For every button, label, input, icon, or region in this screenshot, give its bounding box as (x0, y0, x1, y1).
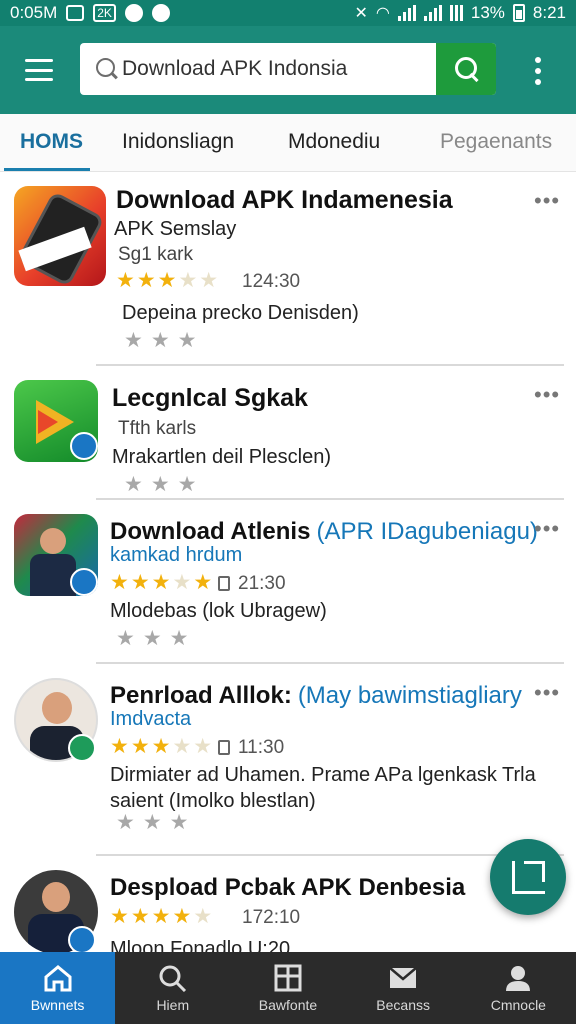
star-rating: ★★★★★ (116, 269, 221, 292)
item-more-icon[interactable]: ••• (534, 188, 560, 214)
item-description: Mrakartlen deil Plesclen) (112, 446, 331, 468)
item-description: Dirmiater ad Uhamen. Prame APa lgenkask … (110, 764, 536, 812)
nav-item-home[interactable]: Bwnnets (0, 952, 116, 1024)
star-rating: ★★★★★ (110, 571, 215, 594)
rating-count: 124:30 (242, 271, 301, 292)
item-subtitle: kamkad hrdum (110, 544, 243, 566)
calendar-icon (218, 576, 230, 591)
item-meta: Sg1 kark (118, 244, 193, 265)
star-rating: ★★★★★ (110, 905, 215, 928)
user-rating-stars[interactable]: ★★★ (116, 810, 196, 835)
item-title: Penrload Alllok: (May bawimstiagliary (110, 682, 522, 709)
list-item[interactable]: Download APK Indamenesia APK Semslay Sg1… (0, 172, 576, 366)
nav-item-search[interactable]: Hiem (115, 952, 230, 1024)
search-icon (80, 43, 122, 95)
grid-icon (274, 964, 302, 992)
overflow-menu-icon[interactable] (532, 57, 544, 85)
item-description: Mloon Fonadlo U:20 (110, 938, 291, 952)
mail-icon (389, 967, 417, 988)
battery-percent: 13% (470, 3, 505, 22)
search-input[interactable] (122, 43, 436, 95)
home-icon (44, 965, 72, 992)
search-icon (159, 965, 186, 992)
search-button[interactable] (436, 43, 496, 95)
whatsapp-icon (124, 4, 143, 22)
mute-icon: ✕ (354, 5, 368, 22)
calendar-icon (218, 740, 230, 755)
verified-badge-icon (70, 432, 98, 460)
item-meta: Tfth karls (118, 418, 197, 439)
list-item[interactable]: Download Atlenis (APR IDagubeniagu) kamka… (0, 500, 576, 664)
rating-count: 172:10 (242, 907, 301, 928)
list-item[interactable]: Lecgnlcal Sgkak Tfth karls Mrakartlen de… (0, 366, 576, 500)
tab-indonesia[interactable]: Inidonsliagn (122, 114, 234, 172)
verified-badge-icon (68, 734, 96, 762)
rating-count: 21:30 (218, 573, 286, 595)
compose-fab-button[interactable] (490, 839, 566, 915)
item-description: Mlodebas (lok Ubragew) (110, 600, 327, 622)
tab-pegaenants[interactable]: Pegaenants (440, 114, 552, 172)
item-subtitle: APK Semslay (114, 218, 237, 240)
notification-square-icon (66, 5, 85, 21)
nav-item-messages[interactable]: Becanss (346, 952, 461, 1024)
hamburger-menu-icon[interactable] (22, 56, 56, 84)
nav-item-favorites[interactable]: Bawfonte (230, 952, 345, 1024)
item-title: Despload Pcbak APK Denbesia (110, 874, 466, 901)
user-rating-stars[interactable]: ★★★ (116, 626, 196, 651)
status-bar: 0:05M 2K ✕ ◠ 13% 8:21 (0, 0, 576, 26)
nav-label: Hiem (156, 997, 190, 1013)
status-time: 0:05M (10, 3, 58, 22)
search-bar (80, 43, 496, 95)
list-item[interactable]: Penrload Alllok: (May bawimstiagliary Imd… (0, 664, 576, 856)
messenger-icon (151, 4, 170, 22)
item-title: Lecgnlcal Sgkak (112, 384, 308, 412)
signal-icon (423, 5, 442, 21)
person-icon (506, 966, 531, 991)
user-rating-stars[interactable]: ★★★ (124, 328, 204, 353)
item-more-icon[interactable]: ••• (534, 516, 560, 542)
star-rating: ★★★★★ (110, 735, 215, 758)
verified-badge-icon (70, 568, 98, 596)
app-bar (0, 26, 576, 114)
wifi-icon: ◠ (375, 5, 390, 22)
app-list: Download APK Indamenesia APK Semslay Sg1… (0, 172, 576, 952)
active-tab-indicator (4, 168, 90, 171)
user-rating-stars[interactable]: ★★★ (124, 472, 204, 497)
nav-label: Bwnnets (30, 997, 85, 1013)
item-more-icon[interactable]: ••• (534, 382, 560, 408)
item-subtitle: Imdvacta (110, 708, 192, 730)
nav-label: Becanss (376, 997, 430, 1013)
tab-home[interactable]: HOMS (20, 114, 83, 172)
nav-label: Bawfonte (258, 997, 318, 1013)
signal-icon (397, 5, 416, 21)
item-more-icon[interactable]: ••• (534, 680, 560, 706)
item-description: Depeina precko Denisden) (122, 302, 359, 324)
signal-icon (449, 5, 463, 21)
battery-icon (512, 4, 525, 22)
rating-count: 11:30 (218, 737, 284, 759)
app-icon (14, 186, 106, 286)
tab-bar: HOMS Inidonsliagn Mdonediu Pegaenants (0, 114, 576, 172)
status-clock: 8:21 (532, 3, 566, 22)
nav-label: Cmnocle (490, 997, 546, 1013)
bottom-nav: Bwnnets Hiem Bawfonte Becanss Cmnocle (0, 952, 576, 1024)
item-title: Download APK Indamenesia (116, 186, 453, 214)
verified-badge-icon (68, 926, 96, 952)
notification-badge-icon: 2K (93, 4, 116, 22)
nav-item-profile[interactable]: Cmnocle (461, 952, 576, 1024)
tab-mdonediu[interactable]: Mdonediu (288, 114, 380, 172)
item-title: Download Atlenis (APR IDagubeniagu) (110, 518, 538, 545)
